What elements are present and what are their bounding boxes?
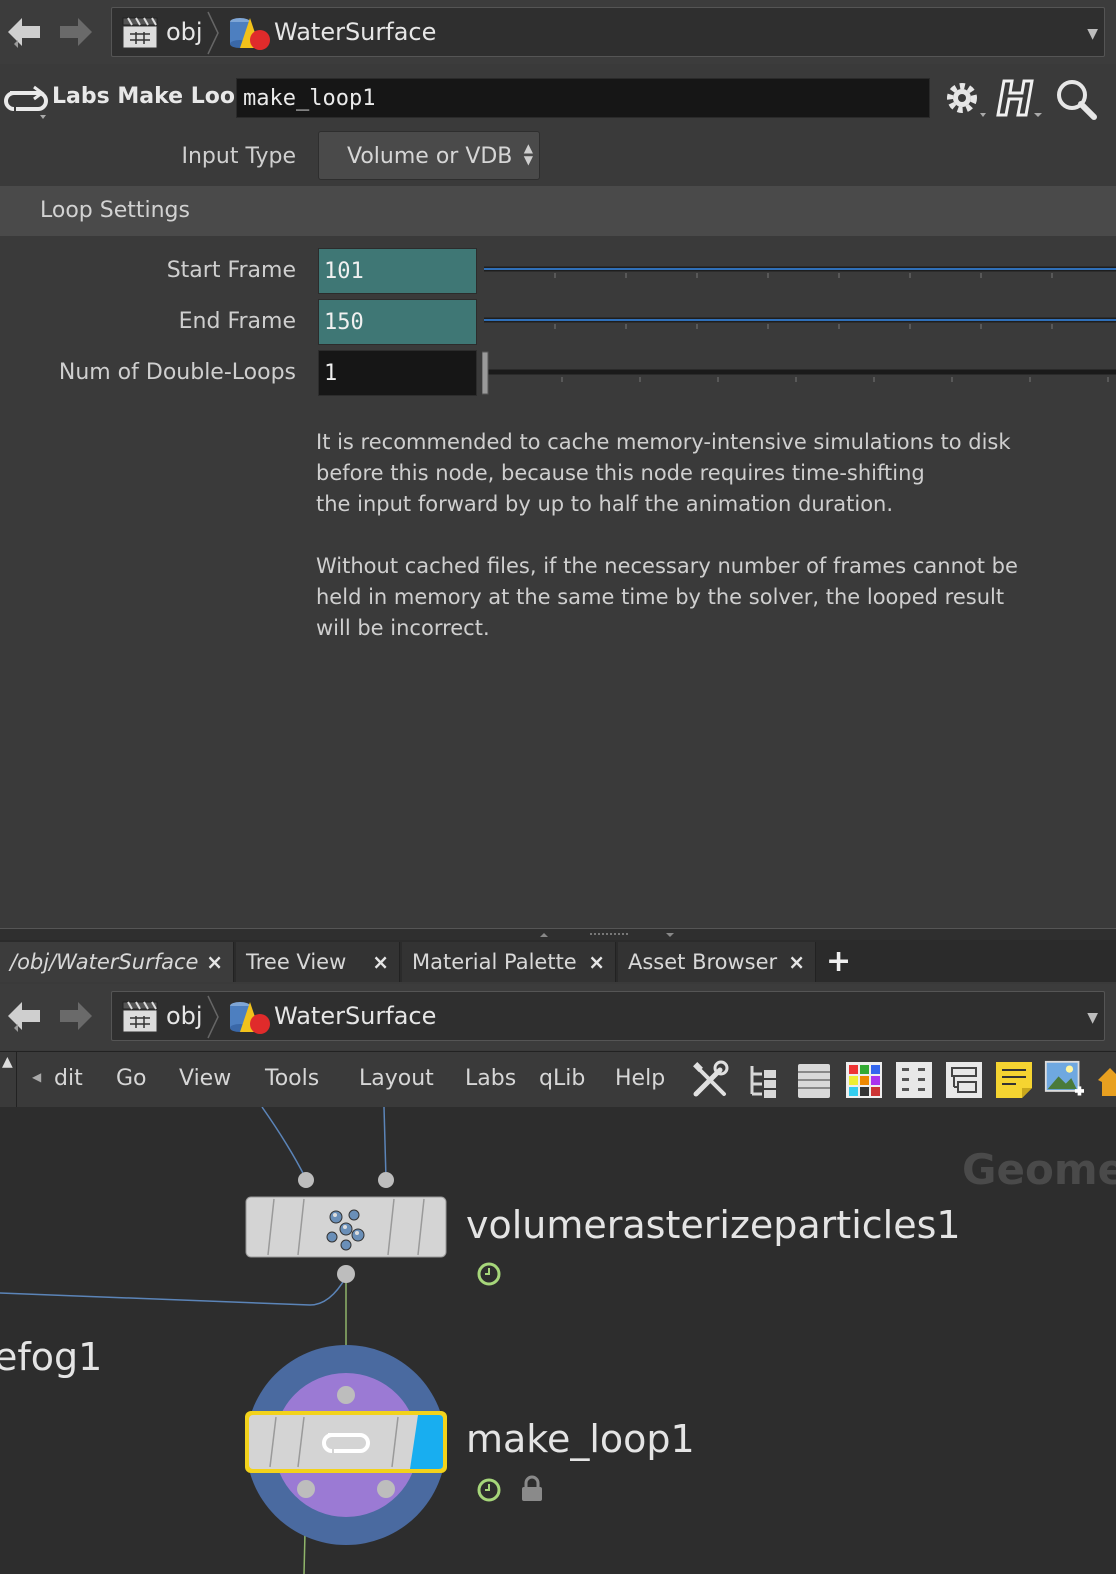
divider-grip-icon [540,933,674,937]
tab-material-palette[interactable]: Material Palette × [402,942,616,982]
menu-qlib[interactable]: qLib [539,1066,585,1091]
back-arrow-icon[interactable] [4,14,44,50]
menubar-separator [16,1052,17,1108]
double-loops-field[interactable]: 1 [318,350,477,396]
close-icon[interactable]: × [206,950,223,974]
menu-edit[interactable]: dit [54,1066,83,1091]
loop-icon [4,85,48,119]
scroll-up-icon[interactable]: ▲ [2,1054,13,1070]
path-breadcrumb[interactable]: obj WaterSurface ▼ [111,7,1105,57]
input-type-menu[interactable]: Volume or VDB ▲ ▼ [318,131,540,180]
clock-icon [477,1262,501,1286]
end-frame-slider[interactable] [482,311,1116,331]
background-image-icon[interactable] [1044,1060,1084,1100]
start-frame-slider[interactable] [482,260,1116,280]
tab-label: Asset Browser [628,950,778,974]
geometry-object-icon [230,18,270,50]
particles-icon [326,1209,365,1251]
menu-arrows-icon: ▲ ▼ [523,141,533,167]
close-icon[interactable]: × [588,950,605,974]
tree-list-icon[interactable] [744,1060,784,1100]
input-type-label: Input Type [181,144,297,169]
note-line: will be incorrect. [316,616,490,640]
help-note: It is recommended to cache memory-intens… [316,427,1018,644]
tab-label: Material Palette [412,950,577,974]
node-name-field[interactable]: make_loop1 [236,78,930,118]
path-dropdown-icon[interactable]: ▼ [1087,26,1098,42]
network-view[interactable]: Geometry efog1 volumerasterizeparticles1 [0,1107,1116,1574]
note-line: before this node, because this node requ… [316,461,925,485]
note-line: the input forward by up to half the anim… [316,492,894,516]
list-view-icon[interactable] [794,1060,834,1100]
tab-label: Tree View [246,950,347,974]
double-loops-slider[interactable] [482,350,1116,396]
node-type-label: Labs Make Loop [52,84,251,109]
menu-tools[interactable]: Tools [265,1066,319,1091]
top-path-bar: obj WaterSurface ▼ [0,0,1116,64]
path-dropdown-icon[interactable]: ▼ [1087,1010,1098,1026]
clapboard-icon [122,17,158,49]
note-line: It is recommended to cache memory-intens… [316,430,1011,454]
node-label-make-loop1: make_loop1 [466,1417,695,1461]
node-make-loop1[interactable] [240,1339,456,1574]
network-menu-bar: ▲ ◀ dit Go View Tools Layout Labs qLib H… [0,1051,1116,1108]
breadcrumb-separator [207,995,219,1039]
network-path-bar: obj WaterSurface ▼ [0,984,1116,1050]
network-layout-icon[interactable] [944,1060,984,1100]
breadcrumb-item-watersurface[interactable]: WaterSurface [274,1002,436,1030]
end-frame-label: End Frame [178,309,296,334]
pane-divider[interactable] [0,928,1116,940]
menu-go[interactable]: Go [116,1066,147,1091]
note-spacer [316,520,1018,551]
folder-label: Loop Settings [40,198,190,223]
houdini-help-icon[interactable] [996,77,1044,121]
double-loops-label: Num of Double-Loops [58,360,296,385]
partial-node-label: efog1 [0,1335,103,1379]
note-line: Without cached files, if the necessary n… [316,554,1018,578]
grid-layout-icon[interactable] [894,1060,934,1100]
clock-icon [477,1478,501,1502]
note-line: held in memory at the same time by the s… [316,585,1005,609]
tab-label: /obj/WaterSurface [10,950,199,974]
menu-labs[interactable]: Labs [465,1066,516,1091]
scroll-left-icon[interactable]: ◀ [32,1070,41,1084]
end-frame-field[interactable]: 150 [318,299,477,345]
folder-loop-settings[interactable]: Loop Settings [0,186,1116,236]
close-icon[interactable]: × [372,950,389,974]
menu-layout[interactable]: Layout [359,1066,434,1091]
close-icon[interactable]: × [788,950,805,974]
node-label-volumerasterizeparticles1: volumerasterizeparticles1 [466,1203,961,1247]
home-icon[interactable] [1096,1060,1116,1100]
forward-arrow-icon[interactable] [56,998,96,1034]
tab-tree-view[interactable]: Tree View × [236,942,400,982]
node-wires [0,1107,387,1574]
input-type-value: Volume or VDB [347,144,513,169]
breadcrumb-item-obj[interactable]: obj [166,1002,203,1030]
tab-asset-browser[interactable]: Asset Browser × [618,942,816,982]
path-breadcrumb[interactable]: obj WaterSurface ▼ [111,991,1105,1041]
back-arrow-icon[interactable] [4,998,44,1034]
breadcrumb-item-obj[interactable]: obj [166,18,203,46]
clapboard-icon [122,1001,158,1033]
lock-icon [522,1475,542,1501]
add-tab-button[interactable]: + [826,944,851,979]
start-frame-label: Start Frame [166,258,296,283]
breadcrumb-separator [207,11,219,55]
color-palette-icon[interactable] [844,1060,884,1100]
gear-icon[interactable] [940,77,988,121]
search-icon[interactable] [1054,77,1100,121]
breadcrumb-item-watersurface[interactable]: WaterSurface [274,18,436,46]
forward-arrow-icon[interactable] [56,14,96,50]
menu-view[interactable]: View [179,1066,231,1091]
geometry-object-icon [230,1002,270,1034]
tab-network[interactable]: /obj/WaterSurface × [0,942,234,982]
start-frame-field[interactable]: 101 [318,248,477,294]
pane-tab-bar: /obj/WaterSurface × Tree View × Material… [0,940,1116,982]
menu-help[interactable]: Help [615,1066,665,1091]
sticky-note-icon[interactable] [994,1060,1034,1100]
wrench-screwdriver-icon[interactable] [690,1060,730,1100]
node-header: Labs Make Loop make_loop1 [0,69,1116,126]
